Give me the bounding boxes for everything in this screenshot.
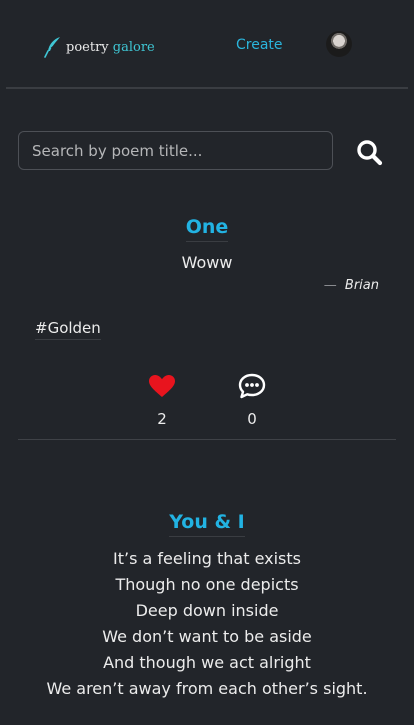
- poem-line: And though we act alright: [103, 653, 311, 672]
- poem-title[interactable]: One: [0, 216, 414, 242]
- author-dash: —: [323, 278, 337, 293]
- comment-icon: [238, 373, 266, 399]
- poem-line: It’s a feeling that exists: [113, 549, 301, 568]
- comment-button[interactable]: [238, 373, 266, 399]
- search-field: [18, 131, 333, 170]
- search-button[interactable]: [355, 139, 385, 167]
- like-count: 2: [157, 410, 167, 428]
- poem-line: Though no one depicts: [115, 575, 299, 594]
- site-logo[interactable]: poetry galore: [44, 36, 155, 58]
- search-input[interactable]: [19, 132, 332, 169]
- poem-tag[interactable]: #Golden: [35, 319, 101, 340]
- comment-count: 0: [247, 410, 257, 428]
- header-divider: [6, 87, 408, 89]
- poem-title[interactable]: You & I: [0, 511, 414, 537]
- poem-body: Woww: [181, 253, 233, 272]
- logo-text: poetry galore: [66, 40, 155, 55]
- quill-pen-icon: [44, 37, 60, 58]
- poem-line: We don’t want to be aside: [102, 627, 312, 646]
- top-navbar: poetry galore Create: [0, 0, 414, 90]
- heart-icon: [149, 375, 175, 397]
- poem-line: Deep down inside: [135, 601, 279, 620]
- author-name: Brian: [344, 278, 379, 293]
- search-icon: [357, 140, 383, 166]
- poem-author: — Brian: [324, 278, 379, 293]
- logo-word-galore: galore: [112, 39, 155, 55]
- poem-title-text[interactable]: One: [185, 216, 229, 242]
- create-link[interactable]: Create: [236, 37, 283, 53]
- app-page: poetry galore Create One Woww — Brian #G…: [0, 0, 414, 725]
- logo-word-poetry: poetry: [66, 39, 109, 55]
- like-button[interactable]: [148, 374, 176, 398]
- poem-body: It’s a feeling that exists Though no one…: [0, 546, 414, 702]
- user-avatar[interactable]: [326, 31, 352, 57]
- poem-divider: [18, 439, 396, 440]
- poem-title-text[interactable]: You & I: [169, 511, 245, 537]
- poem-line: We aren’t away from each other’s sight.: [46, 679, 368, 698]
